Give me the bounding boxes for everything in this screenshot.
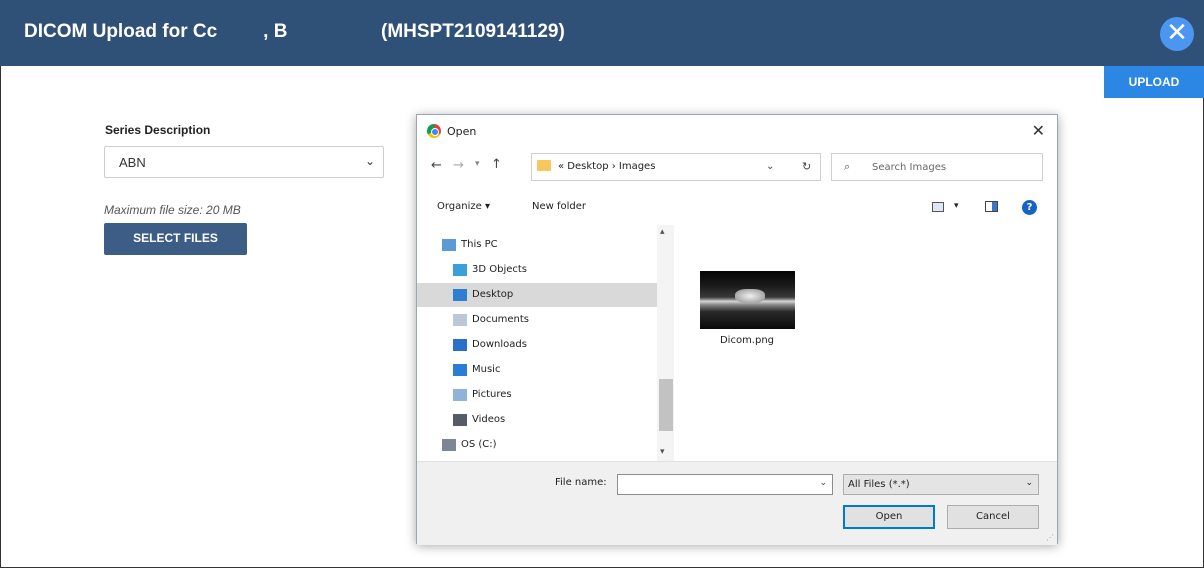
- nav-item[interactable]: 3D Objects: [417, 258, 657, 282]
- nav-item[interactable]: Music: [417, 358, 657, 382]
- select-files-button[interactable]: SELECT FILES: [104, 223, 247, 255]
- title-prefix: DICOM Upload for Cc: [24, 21, 218, 42]
- chevron-down-icon[interactable]: ⌄: [766, 161, 774, 172]
- series-description-value: ABN: [119, 155, 146, 170]
- drive-icon: [442, 439, 456, 451]
- scroll-up-icon[interactable]: ▴: [660, 227, 665, 237]
- scroll-down-icon[interactable]: ▾: [660, 447, 665, 457]
- nav-item[interactable]: Desktop: [417, 283, 657, 307]
- nav-item[interactable]: This PC: [417, 233, 657, 257]
- nav-item-label: 3D Objects: [472, 264, 528, 275]
- up-arrow-icon[interactable]: ↑: [491, 157, 502, 172]
- nav-item[interactable]: Videos: [417, 408, 657, 432]
- nav-item-label: Pictures: [472, 389, 512, 400]
- resize-grip-icon[interactable]: ⋰: [1046, 533, 1054, 542]
- title-suffix: , B: [263, 21, 288, 42]
- preview-pane-icon[interactable]: [985, 201, 998, 212]
- nav-item-label: This PC: [461, 239, 498, 250]
- header-bar: DICOM Upload for Cc , B (MHSPT2109141129)…: [0, 0, 1204, 66]
- music-icon: [453, 364, 467, 376]
- close-icon: ✕: [1166, 18, 1188, 48]
- filename-label: File name:: [555, 477, 607, 488]
- navigation-pane: This PC 3D Objects Desktop Documents Downloa…: [417, 225, 675, 461]
- filename-input[interactable]: ⌄: [617, 474, 833, 495]
- chrome-icon: [427, 124, 441, 138]
- new-folder-button[interactable]: New folder: [532, 201, 586, 212]
- file-name: Dicom.png: [719, 335, 775, 346]
- page-title: DICOM Upload for Cc , B: [24, 21, 287, 43]
- nav-item-label: Documents: [472, 314, 530, 325]
- search-icon: ⌕: [844, 160, 851, 173]
- cancel-button[interactable]: Cancel: [947, 505, 1039, 529]
- computer-icon: [442, 239, 456, 251]
- organize-menu[interactable]: Organize ▾: [437, 201, 490, 212]
- nav-item-label: OS (C:): [461, 439, 497, 450]
- open-file-dialog: Open ✕ ← → ▾ ↑ « Desktop › Images ⌄ ↻ ⌕ …: [416, 114, 1058, 545]
- filetype-value: All Files (*.*): [848, 479, 910, 490]
- nav-item[interactable]: OS (C:): [417, 433, 657, 457]
- address-row: ← → ▾ ↑ « Desktop › Images ⌄ ↻ ⌕ Search …: [417, 149, 1057, 183]
- nav-item[interactable]: Pictures: [417, 383, 657, 407]
- dialog-close-icon[interactable]: ✕: [1032, 121, 1045, 140]
- document-icon: [453, 314, 467, 326]
- patient-id: (MHSPT2109141129): [381, 21, 565, 42]
- search-input[interactable]: ⌕ Search Images: [831, 153, 1043, 181]
- refresh-icon[interactable]: ↻: [802, 160, 811, 173]
- folder-icon: [537, 160, 551, 171]
- open-button[interactable]: Open: [843, 505, 935, 529]
- nav-item[interactable]: Documents: [417, 308, 657, 332]
- nav-item-label: Music: [472, 364, 501, 375]
- series-description-select[interactable]: ABN ⌄: [104, 146, 384, 178]
- nav-item-label: Desktop: [472, 289, 514, 300]
- upload-button[interactable]: UPLOAD: [1104, 66, 1204, 98]
- chevron-down-icon: ⌄: [364, 154, 375, 168]
- desktop-icon: [453, 289, 467, 301]
- pictures-icon: [453, 389, 467, 401]
- series-description-label: Series Description: [105, 123, 211, 137]
- dialog-footer: File name: ⌄ All Files (*.*) ⌄ Open Canc…: [417, 461, 1057, 545]
- file-item[interactable]: Dicom.png: [697, 271, 797, 351]
- filetype-select[interactable]: All Files (*.*) ⌄: [843, 474, 1039, 495]
- breadcrumb[interactable]: « Desktop › Images: [558, 161, 655, 172]
- forward-arrow-icon[interactable]: →: [453, 158, 464, 173]
- dialog-toolbar: Organize ▾ New folder ▾ ?: [417, 195, 1057, 221]
- download-icon: [453, 339, 467, 351]
- dialog-titlebar: Open ✕: [417, 115, 1057, 147]
- chevron-down-icon: ⌄: [1025, 478, 1033, 488]
- scrollbar-thumb[interactable]: [659, 379, 673, 431]
- max-file-size-text: Maximum file size: 20 MB: [104, 203, 241, 217]
- cube-icon: [453, 264, 467, 276]
- close-button[interactable]: ✕: [1160, 17, 1194, 51]
- xray-thumbnail: [700, 271, 795, 329]
- view-dropdown-icon[interactable]: ▾: [954, 201, 959, 211]
- chevron-down-icon[interactable]: ⌄: [819, 478, 827, 488]
- recent-locations-icon[interactable]: ▾: [475, 159, 480, 169]
- search-placeholder: Search Images: [872, 162, 947, 173]
- nav-item-label: Downloads: [472, 339, 527, 350]
- dialog-title: Open: [447, 125, 477, 138]
- nav-item[interactable]: Downloads: [417, 333, 657, 357]
- address-bar[interactable]: « Desktop › Images ⌄ ↻: [531, 153, 821, 181]
- video-icon: [453, 414, 467, 426]
- nav-item-label: Videos: [472, 414, 506, 425]
- view-options-icon[interactable]: [932, 202, 944, 212]
- back-arrow-icon[interactable]: ←: [431, 158, 442, 173]
- help-icon[interactable]: ?: [1022, 200, 1037, 215]
